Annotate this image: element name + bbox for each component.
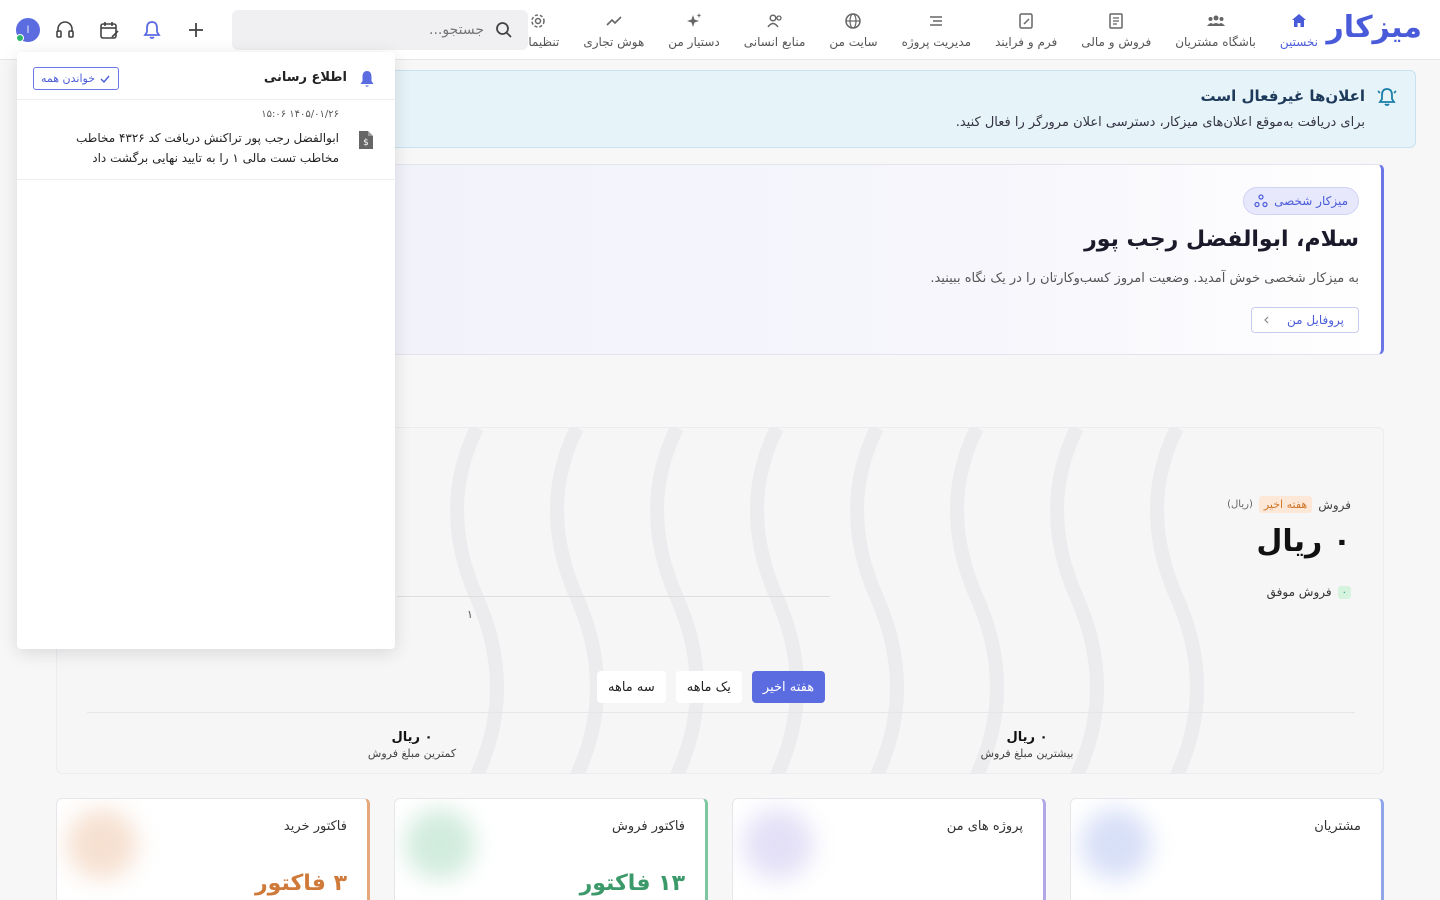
svg-text:$: $ <box>363 138 369 148</box>
nav-item-bi[interactable]: هوش تجاری <box>571 0 656 60</box>
card-value: ۱۳ فاکتور <box>579 871 685 896</box>
sales-amount: ۰ ریال <box>1256 524 1351 559</box>
headset-icon[interactable] <box>53 18 77 42</box>
min-sale-stat: ۰ ریال کمترین مبلغ فروش <box>347 730 477 760</box>
decor-blob <box>1081 809 1151 879</box>
max-sale-label: بیشترین مبلغ فروش <box>980 747 1074 760</box>
max-sale-value: ۰ ریال <box>1006 730 1048 745</box>
min-sale-value: ۰ ریال <box>391 730 433 745</box>
welcome-subtitle: به میزکار شخصی خوش آمدید. وضعیت امروز کس… <box>930 271 1359 286</box>
notifications-disabled-alert: اعلان‌ها غیرفعال است برای دریافت به‌موقع… <box>380 70 1416 148</box>
sparkle-icon <box>687 13 702 27</box>
search-icon[interactable] <box>494 20 514 40</box>
max-sale-stat: ۰ ریال بیشترین مبلغ فروش <box>957 730 1097 760</box>
nav-item-customer-club[interactable]: باشگاه مشتریان <box>1163 0 1268 60</box>
sales-title: فروش <box>1318 497 1351 512</box>
alert-title: اعلان‌ها غیرفعال است <box>1200 87 1365 105</box>
search-box <box>232 10 528 50</box>
check-icon <box>100 75 110 83</box>
nav-item-label: باشگاه مشتریان <box>1175 35 1256 49</box>
range-selector: هفته اخیر یک ماهه سه ماهه <box>597 671 826 703</box>
nodes-icon <box>1254 194 1268 208</box>
nav-item-label: سایت من <box>829 35 878 49</box>
app-logo[interactable]: میزکار <box>1327 10 1423 45</box>
my-profile-button[interactable]: پروفایل من <box>1251 307 1359 333</box>
personal-workspace-badge: میزکار شخصی <box>1243 187 1359 215</box>
chart-axis-line <box>397 596 830 597</box>
nav-item-label: فرم و فرایند <box>995 35 1058 49</box>
card-title: مشتریان <box>1314 819 1361 834</box>
read-all-button[interactable]: خواندن همه <box>33 67 120 90</box>
nav-item-projects[interactable]: مدیریت پروژه <box>890 0 983 60</box>
online-status-dot <box>16 34 24 42</box>
nav-item-sales-finance[interactable]: فروش و مالی <box>1069 0 1163 60</box>
bell-off-icon <box>1377 88 1397 106</box>
success-count-badge: ۰ <box>1337 585 1351 599</box>
welcome-title: سلام، ابوالفضل رجب پور <box>1084 227 1359 252</box>
period-tag: هفته اخیر <box>1258 496 1313 513</box>
nav-item-label: دستیار من <box>668 35 720 49</box>
plus-icon[interactable] <box>184 18 208 42</box>
purchase-invoice-card[interactable]: فاکتور خرید ۳ فاکتور <box>56 798 370 900</box>
sales-label: فروش هفته اخیر (ریال) <box>1227 496 1351 513</box>
divider <box>87 712 1355 713</box>
nav-item-label: فروش و مالی <box>1081 35 1152 49</box>
range-three-month-button[interactable]: سه ماهه <box>597 671 666 703</box>
notifications-dropdown: اطلاع رسانی خواندن همه ۱۴۰۵/۰۱/۲۶ ۱۵:۰۶ … <box>17 52 395 649</box>
decor-blob <box>67 809 137 879</box>
nav-item-label: هوش تجاری <box>583 35 645 49</box>
nav-item-my-site[interactable]: سایت من <box>817 0 889 60</box>
nav-item-assistant[interactable]: دستیار من <box>656 0 731 60</box>
currency-unit: (ریال) <box>1227 499 1253 510</box>
nav-item-label: منابع انسانی <box>743 35 806 49</box>
bell-icon[interactable] <box>140 18 164 42</box>
range-week-button[interactable]: هفته اخیر <box>751 671 826 703</box>
chevron-left-icon <box>1264 316 1269 324</box>
customers-card[interactable]: مشتریان <box>1070 798 1384 900</box>
read-all-label: خواندن همه <box>41 72 96 85</box>
notifications-title: اطلاع رسانی <box>263 70 347 85</box>
nav-item-label: مدیریت پروژه <box>901 35 972 49</box>
welcome-card: میزکار شخصی سلام، ابوالفضل رجب پور به می… <box>380 164 1384 355</box>
successful-sales: ۰ فروش موفق <box>1267 585 1351 599</box>
invoice-icon <box>1109 13 1123 29</box>
list-icon <box>930 16 943 26</box>
home-icon <box>1291 14 1306 27</box>
min-sale-label: کمترین مبلغ فروش <box>367 747 457 760</box>
range-month-button[interactable]: یک ماهه <box>675 671 742 703</box>
card-title: فاکتور فروش <box>612 819 685 834</box>
nav-item-home[interactable]: نخستین <box>1268 0 1330 60</box>
people-icon <box>766 14 782 28</box>
notifications-header: اطلاع رسانی خواندن همه <box>17 52 395 100</box>
my-projects-card[interactable]: پروژه های من <box>732 798 1046 900</box>
success-label: فروش موفق <box>1266 585 1332 599</box>
nav-item-hr[interactable]: منابع انسانی <box>732 0 818 60</box>
users-icon <box>1206 15 1225 26</box>
decor-blob <box>405 809 475 879</box>
notification-item[interactable]: ۱۴۰۵/۰۱/۲۶ ۱۵:۰۶ ابوالفضل رجب پور تراکنش… <box>17 100 395 180</box>
notification-datetime: ۱۴۰۵/۰۱/۲۶ ۱۵:۰۶ <box>261 109 339 120</box>
nav-item-forms[interactable]: فرم و فرایند <box>983 0 1069 60</box>
globe-icon <box>845 13 862 29</box>
alert-body: برای دریافت به‌موقع اعلان‌های میزکار، دس… <box>955 115 1365 130</box>
sales-invoice-card[interactable]: فاکتور فروش ۱۳ فاکتور <box>394 798 708 900</box>
chart-line-icon <box>606 16 622 26</box>
main-nav: نخستین باشگاه مشتریان فروش و مالی فرم و … <box>505 0 1330 60</box>
calendar-edit-icon[interactable] <box>97 18 121 42</box>
gear-icon <box>531 14 545 28</box>
card-title: فاکتور خرید <box>283 819 347 834</box>
form-edit-icon <box>1019 13 1033 29</box>
badge-label: میزکار شخصی <box>1274 194 1348 208</box>
document-icon: $ <box>359 131 373 149</box>
card-title: پروژه های من <box>946 819 1023 834</box>
chart-axis-tick: ۱ <box>467 608 473 621</box>
nav-item-label: نخستین <box>1279 35 1318 49</box>
card-value: ۳ فاکتور <box>255 871 347 896</box>
bell-icon <box>360 71 374 87</box>
top-navbar: میزکار نخستین باشگاه مشتریان فروش و مالی… <box>0 0 1440 60</box>
decor-blob <box>743 809 813 879</box>
profile-button-label: پروفایل من <box>1287 313 1344 327</box>
search-input[interactable] <box>254 10 484 50</box>
notification-text: ابوالفضل رجب پور تراکنش دریافت کد ۴۳۲۶ م… <box>75 131 339 165</box>
